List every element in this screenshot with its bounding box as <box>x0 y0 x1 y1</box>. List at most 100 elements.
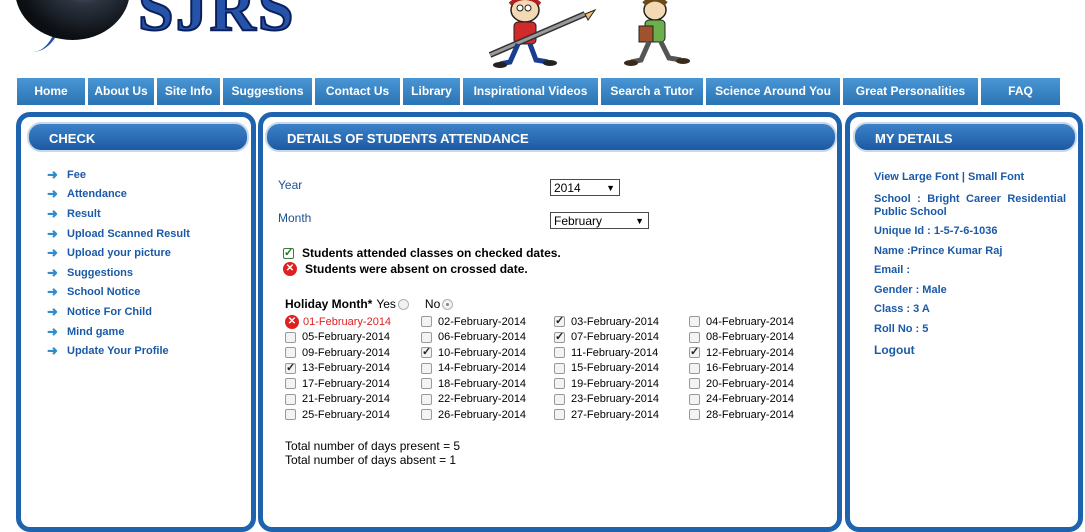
my-details-panel: MY DETAILS View Large Font | Small Font … <box>845 112 1083 532</box>
nav-inspirational-videos[interactable]: Inspirational Videos <box>463 78 598 105</box>
date-label: 05-February-2014 <box>302 331 391 344</box>
nav-about-us[interactable]: About Us <box>88 78 154 105</box>
date-cell: 08-February-2014 <box>689 330 794 346</box>
nav-site-info[interactable]: Site Info <box>157 78 220 105</box>
menu-item-result[interactable]: ➜ Result <box>47 204 190 224</box>
arrow-right-icon: ➜ <box>47 343 58 359</box>
date-cell: 18-February-2014 <box>421 376 526 392</box>
date-checkbox[interactable] <box>554 347 565 359</box>
holiday-yes-label: Yes <box>376 297 396 311</box>
date-checkbox[interactable] <box>689 362 700 374</box>
nav-home[interactable]: Home <box>17 78 85 105</box>
date-cell: 09-February-2014 <box>285 345 390 361</box>
legend-absent: ✕ Students were absent on crossed date. <box>283 262 528 276</box>
date-checkbox[interactable] <box>421 378 432 390</box>
date-cell: 14-February-2014 <box>421 361 526 377</box>
date-checkbox[interactable] <box>421 393 432 405</box>
date-label: 09-February-2014 <box>302 346 391 359</box>
date-label: 02-February-2014 <box>438 315 527 328</box>
date-checkbox[interactable] <box>421 316 432 328</box>
date-checkbox[interactable] <box>285 393 296 405</box>
date-cell: 24-February-2014 <box>689 392 794 408</box>
date-label: 13-February-2014 <box>302 362 391 375</box>
font-size-links: View Large Font | Small Font <box>874 171 1066 183</box>
holiday-month-row: Holiday Month * Yes No <box>285 297 454 311</box>
date-checkbox[interactable] <box>285 378 296 390</box>
date-checkbox[interactable] <box>554 409 565 421</box>
arrow-right-icon: ➜ <box>47 323 58 339</box>
small-font-link[interactable]: Small Font <box>968 171 1024 183</box>
large-font-link[interactable]: Large Font <box>902 171 959 183</box>
arrow-right-icon: ➜ <box>47 284 58 300</box>
date-cell: 15-February-2014 <box>554 361 659 377</box>
date-cell: 23-February-2014 <box>554 392 659 408</box>
date-checkbox[interactable] <box>689 331 700 343</box>
menu-item-update-profile[interactable]: ➜ Update Your Profile <box>47 341 190 361</box>
date-cell: 28-February-2014 <box>689 407 794 423</box>
menu-item-suggestions[interactable]: ➜ Suggestions <box>47 263 190 283</box>
nav-contact-us[interactable]: Contact Us <box>315 78 400 105</box>
menu-item-label: Result <box>67 207 101 220</box>
menu-item-school-notice[interactable]: ➜ School Notice <box>47 283 190 303</box>
attendance-totals: Total number of days present = 5 Total n… <box>285 439 460 467</box>
nav-library[interactable]: Library <box>403 78 460 105</box>
date-checkbox[interactable] <box>554 362 565 374</box>
menu-item-notice-for-child[interactable]: ➜ Notice For Child <box>47 302 190 322</box>
nav-search-tutor[interactable]: Search a Tutor <box>601 78 703 105</box>
date-checkbox[interactable] <box>554 393 565 405</box>
date-checkbox[interactable] <box>689 409 700 421</box>
date-checkbox[interactable] <box>421 409 432 421</box>
date-label: 28-February-2014 <box>706 408 795 421</box>
date-checkbox[interactable] <box>689 393 700 405</box>
date-cell: 17-February-2014 <box>285 376 390 392</box>
date-label: 16-February-2014 <box>706 362 795 375</box>
date-cell: 05-February-2014 <box>285 330 390 346</box>
year-select[interactable]: 2014 ▼ <box>550 179 620 196</box>
holiday-yes-radio[interactable] <box>397 298 409 310</box>
nav-great-personalities[interactable]: Great Personalities <box>843 78 978 105</box>
arrow-right-icon: ➜ <box>47 166 58 182</box>
date-checkbox[interactable] <box>285 331 296 343</box>
student-name: Name :Prince Kumar Raj <box>874 245 1003 257</box>
date-label: 24-February-2014 <box>706 393 795 406</box>
arrow-right-icon: ➜ <box>47 225 58 241</box>
date-label: 17-February-2014 <box>302 377 391 390</box>
date-checkbox[interactable] <box>689 316 700 328</box>
menu-item-label: Upload your picture <box>67 247 171 260</box>
date-label: 03-February-2014 <box>571 315 660 328</box>
site-logo[interactable]: SJRS <box>137 0 295 46</box>
date-label: 27-February-2014 <box>571 408 660 421</box>
menu-item-upload-scanned-result[interactable]: ➜ Upload Scanned Result <box>47 224 190 244</box>
holiday-no-radio[interactable] <box>442 298 454 310</box>
menu-item-upload-picture[interactable]: ➜ Upload your picture <box>47 243 190 263</box>
date-checkbox[interactable] <box>421 345 432 359</box>
date-cell: 20-February-2014 <box>689 376 794 392</box>
date-checkbox[interactable] <box>285 347 296 359</box>
nav-suggestions[interactable]: Suggestions <box>223 78 312 105</box>
cross-icon: ✕ <box>283 262 297 276</box>
date-checkbox[interactable] <box>285 409 296 421</box>
logout-link[interactable]: Logout <box>874 343 1066 357</box>
nav-science-around-you[interactable]: Science Around You <box>706 78 840 105</box>
date-checkbox[interactable] <box>421 331 432 343</box>
date-checkbox[interactable] <box>421 362 432 374</box>
date-checkbox[interactable] <box>689 378 700 390</box>
date-checkbox[interactable] <box>554 314 565 328</box>
menu-item-fee[interactable]: ➜ Fee <box>47 165 190 185</box>
menu-item-label: Notice For Child <box>67 305 152 318</box>
menu-item-label: Fee <box>67 168 86 181</box>
nav-faq[interactable]: FAQ <box>981 78 1060 105</box>
date-checkbox[interactable] <box>689 345 700 359</box>
menu-item-label: Suggestions <box>67 266 134 279</box>
date-checkbox[interactable] <box>285 361 296 374</box>
cross-icon: ✕ <box>285 314 299 329</box>
date-label: 01-February-2014 <box>303 315 392 328</box>
roll-no: Roll No : 5 <box>874 323 929 335</box>
month-select[interactable]: February ▼ <box>550 212 649 229</box>
date-cell: 26-February-2014 <box>421 407 526 423</box>
date-cell: 10-February-2014 <box>421 345 526 361</box>
date-checkbox[interactable] <box>554 378 565 390</box>
date-checkbox[interactable] <box>554 330 565 343</box>
menu-item-attendance[interactable]: ➜ Attendance <box>47 185 190 205</box>
menu-item-mind-game[interactable]: ➜ Mind game <box>47 322 190 342</box>
